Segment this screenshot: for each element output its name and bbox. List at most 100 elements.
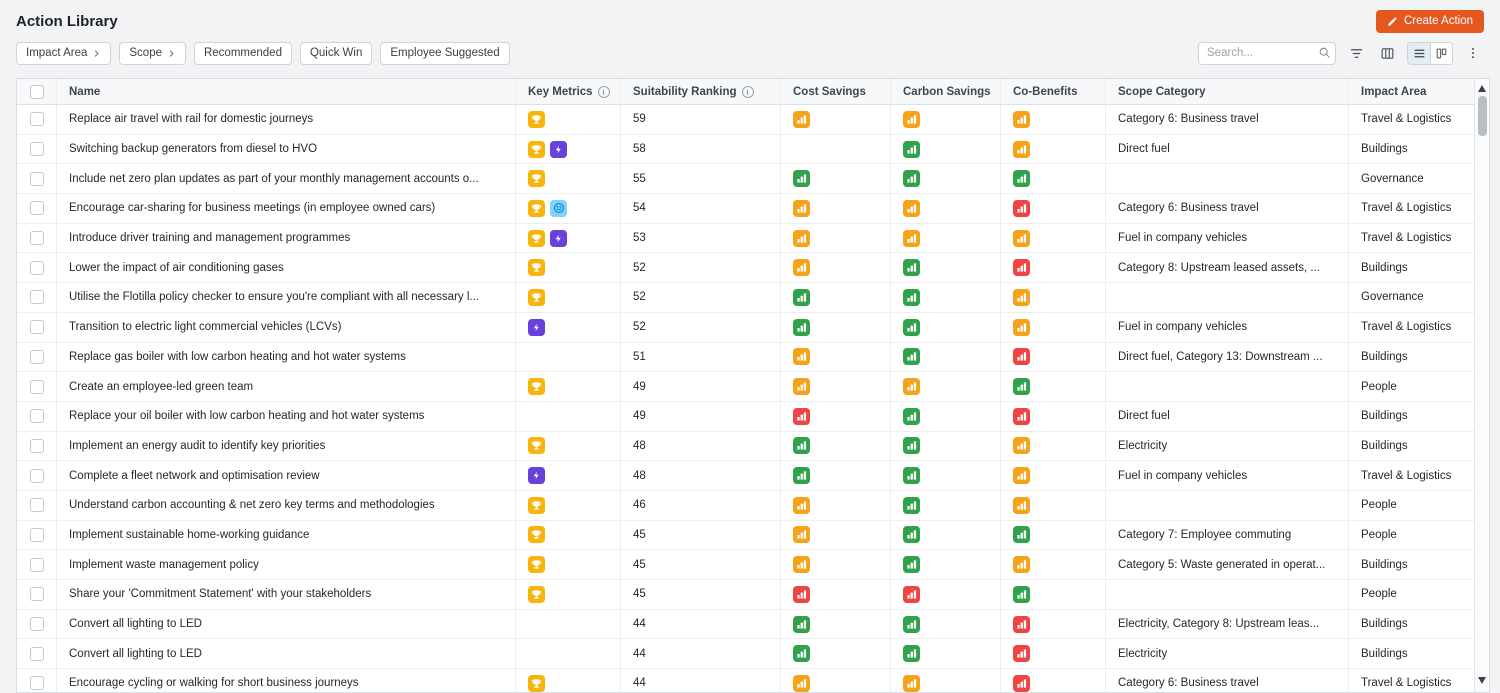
- info-icon[interactable]: [741, 85, 754, 98]
- action-name[interactable]: Include net zero plan updates as part of…: [57, 164, 516, 194]
- bar-chart-icon: [903, 318, 920, 336]
- table-row[interactable]: Share your 'Commitment Statement' with y…: [17, 580, 1476, 610]
- table-row[interactable]: Replace gas boiler with low carbon heati…: [17, 342, 1476, 373]
- co-benefits-cell: [1001, 223, 1106, 253]
- table-row[interactable]: Encourage cycling or walking for short b…: [17, 669, 1476, 692]
- action-name[interactable]: Replace gas boiler with low carbon heati…: [57, 342, 516, 372]
- info-icon[interactable]: [597, 85, 610, 98]
- row-checkbox[interactable]: [29, 498, 44, 513]
- column-header-carbon-savings[interactable]: Carbon Savings: [891, 79, 1001, 104]
- table-row[interactable]: Understand carbon accounting & net zero …: [17, 490, 1476, 521]
- create-action-button[interactable]: Create Action: [1375, 9, 1484, 33]
- table-row[interactable]: Replace your oil boiler with low carbon …: [17, 401, 1476, 432]
- bar-chart-icon: [903, 467, 920, 485]
- bar-chart-icon: [1013, 140, 1030, 158]
- bar-chart-icon: [793, 110, 810, 128]
- board-view-button[interactable]: [1430, 42, 1452, 64]
- quick-win-filter[interactable]: Quick Win: [299, 41, 373, 65]
- select-all-checkbox[interactable]: [29, 84, 44, 99]
- action-name[interactable]: Implement sustainable home-working guida…: [57, 520, 516, 550]
- scrollbar-thumb[interactable]: [1477, 96, 1487, 136]
- table-row[interactable]: Implement sustainable home-working guida…: [17, 520, 1476, 551]
- impact-area-value: Buildings: [1361, 647, 1408, 660]
- table-row[interactable]: Replace air travel with rail for domesti…: [17, 105, 1476, 135]
- scroll-down-arrow-icon[interactable]: [1478, 677, 1486, 684]
- row-checkbox[interactable]: [29, 231, 44, 246]
- row-checkbox[interactable]: [29, 409, 44, 424]
- column-header-co-benefits[interactable]: Co-Benefits: [1001, 79, 1106, 104]
- row-checkbox[interactable]: [29, 112, 44, 127]
- row-checkbox[interactable]: [29, 617, 44, 632]
- action-name[interactable]: Share your 'Commitment Statement' with y…: [57, 580, 516, 609]
- trophy-icon: [528, 140, 545, 158]
- action-name[interactable]: Create an employee-led green team: [57, 372, 516, 401]
- action-name[interactable]: Encourage cycling or walking for short b…: [57, 669, 516, 692]
- table-row[interactable]: Complete a fleet network and optimisatio…: [17, 461, 1476, 491]
- columns-icon[interactable]: [1376, 42, 1398, 64]
- action-name[interactable]: Convert all lighting to LED: [57, 609, 516, 639]
- row-checkbox[interactable]: [29, 349, 44, 364]
- impact-area-filter[interactable]: Impact Area: [16, 41, 112, 65]
- impact-area-value: Buildings: [1361, 558, 1408, 571]
- list-view-button[interactable]: [1408, 42, 1430, 64]
- table-row[interactable]: Encourage car-sharing for business meeti…: [17, 194, 1476, 224]
- row-checkbox[interactable]: [29, 646, 44, 661]
- row-checkbox[interactable]: [29, 468, 44, 483]
- column-header-scope-category[interactable]: Scope Category: [1106, 79, 1349, 104]
- employee-suggested-filter[interactable]: Employee Suggested: [380, 41, 510, 65]
- action-name[interactable]: Replace your oil boiler with low carbon …: [57, 401, 516, 431]
- row-select-cell: [17, 609, 57, 639]
- row-checkbox[interactable]: [29, 142, 44, 157]
- action-name[interactable]: Implement an energy audit to identify ke…: [57, 431, 516, 461]
- table-row[interactable]: Include net zero plan updates as part of…: [17, 164, 1476, 195]
- action-name[interactable]: Convert all lighting to LED: [57, 639, 516, 669]
- scroll-up-arrow-icon[interactable]: [1478, 85, 1486, 92]
- row-checkbox[interactable]: [29, 676, 44, 691]
- column-header-name[interactable]: Name: [57, 79, 516, 104]
- action-name[interactable]: Lower the impact of air conditioning gas…: [57, 253, 516, 283]
- action-name[interactable]: Transition to electric light commercial …: [57, 312, 516, 342]
- search-input[interactable]: [1198, 41, 1336, 65]
- column-header-impact-area[interactable]: Impact Area: [1349, 79, 1476, 104]
- table-row[interactable]: Switching backup generators from diesel …: [17, 134, 1476, 165]
- filter-icon[interactable]: [1345, 42, 1367, 64]
- kebab-menu-icon[interactable]: [1462, 42, 1484, 64]
- row-checkbox[interactable]: [29, 201, 44, 216]
- row-checkbox[interactable]: [29, 290, 44, 305]
- action-name[interactable]: Complete a fleet network and optimisatio…: [57, 461, 516, 490]
- action-name[interactable]: Replace air travel with rail for domesti…: [57, 105, 516, 134]
- row-select-cell: [17, 134, 57, 164]
- column-header-cost-savings[interactable]: Cost Savings: [781, 79, 891, 104]
- table-row[interactable]: Convert all lighting to LED 44 Electrici…: [17, 609, 1476, 640]
- key-metrics-cell: [516, 520, 621, 550]
- action-name[interactable]: Introduce driver training and management…: [57, 223, 516, 253]
- vertical-scrollbar[interactable]: [1474, 79, 1489, 692]
- table-row[interactable]: Introduce driver training and management…: [17, 223, 1476, 254]
- scope-filter[interactable]: Scope: [119, 41, 186, 65]
- row-checkbox[interactable]: [29, 260, 44, 275]
- scope-category-value: Category 6: Business travel: [1106, 194, 1349, 223]
- action-name[interactable]: Understand carbon accounting & net zero …: [57, 490, 516, 520]
- table-row[interactable]: Implement an energy audit to identify ke…: [17, 431, 1476, 462]
- row-checkbox[interactable]: [29, 587, 44, 602]
- action-name[interactable]: Encourage car-sharing for business meeti…: [57, 194, 516, 223]
- action-name[interactable]: Switching backup generators from diesel …: [57, 134, 516, 164]
- column-header-suitability-ranking[interactable]: Suitability Ranking: [621, 79, 781, 104]
- row-checkbox[interactable]: [29, 320, 44, 335]
- row-checkbox[interactable]: [29, 171, 44, 186]
- recommended-filter[interactable]: Recommended: [193, 41, 292, 65]
- action-name[interactable]: Implement waste management policy: [57, 550, 516, 579]
- row-checkbox[interactable]: [29, 438, 44, 453]
- table-row[interactable]: Create an employee-led green team 49 Peo…: [17, 372, 1476, 402]
- table-row[interactable]: Utilise the Flotilla policy checker to e…: [17, 283, 1476, 313]
- column-header-key-metrics[interactable]: Key Metrics: [516, 79, 621, 104]
- row-checkbox[interactable]: [29, 527, 44, 542]
- suitability-ranking-value: 54: [621, 194, 781, 223]
- table-row[interactable]: Transition to electric light commercial …: [17, 312, 1476, 343]
- action-name[interactable]: Utilise the Flotilla policy checker to e…: [57, 283, 516, 312]
- row-checkbox[interactable]: [29, 557, 44, 572]
- table-row[interactable]: Implement waste management policy 45 Cat…: [17, 550, 1476, 580]
- table-row[interactable]: Convert all lighting to LED 44 Electrici…: [17, 639, 1476, 670]
- row-checkbox[interactable]: [29, 379, 44, 394]
- table-row[interactable]: Lower the impact of air conditioning gas…: [17, 253, 1476, 284]
